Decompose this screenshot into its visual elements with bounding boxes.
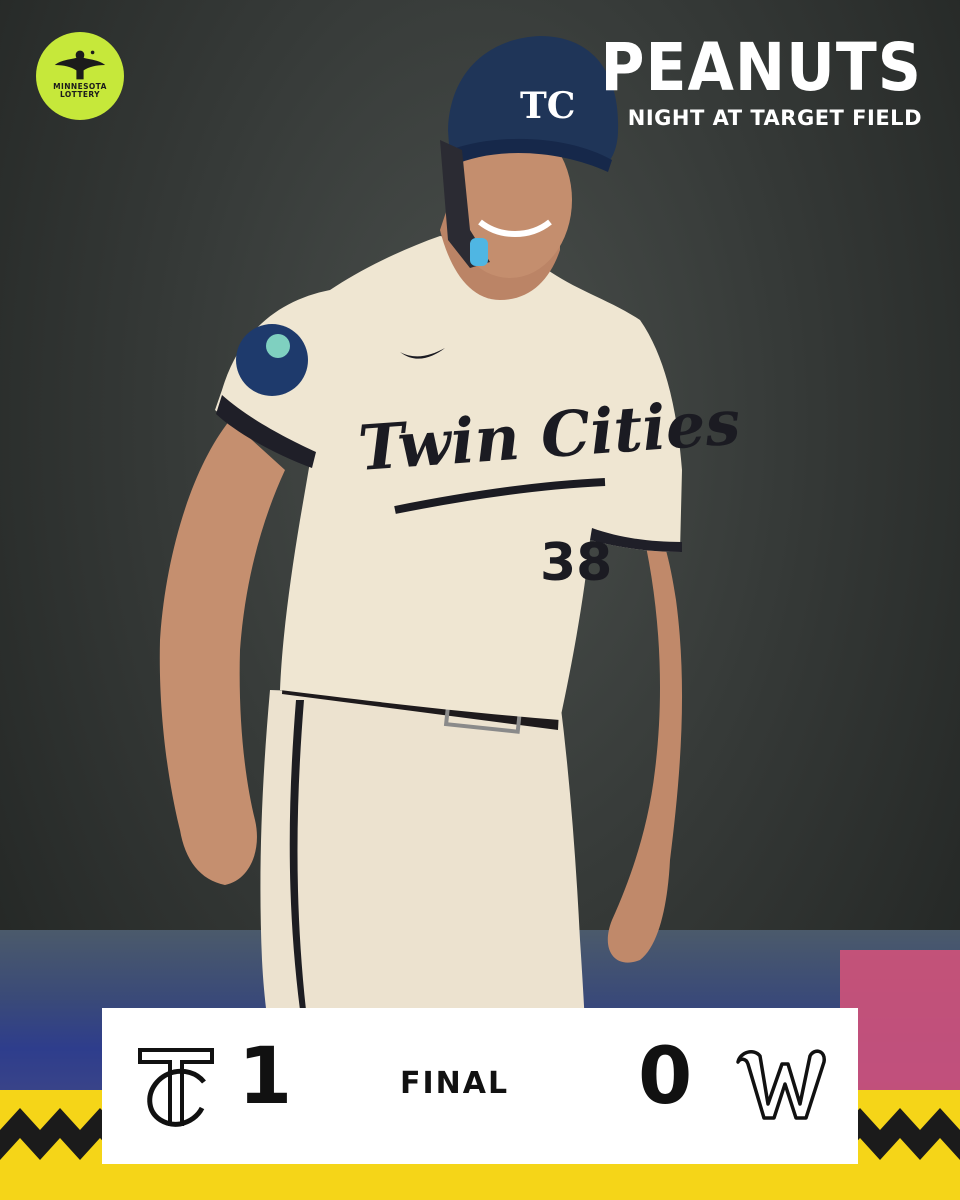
twins-tc-logo	[138, 1048, 214, 1127]
jersey-number: 38	[540, 533, 612, 593]
minnesota-lottery-logo: MINNESOTA LOTTERY	[36, 32, 124, 120]
event-title: PEANUTS	[600, 29, 922, 107]
away-score: 0	[638, 1032, 693, 1122]
svg-text:TC: TC	[520, 85, 575, 127]
home-score: 1	[238, 1032, 293, 1122]
lottery-line-2: LOTTERY	[59, 90, 100, 99]
game-status: FINAL	[400, 1066, 510, 1101]
nationals-w-logo	[736, 1049, 826, 1120]
final-score-box: 1 FINAL 0	[102, 1008, 858, 1164]
graphic-canvas: Twin Cities 38 TC MINNESOTA LOTTERY PEAN…	[0, 0, 960, 1200]
loon-icon	[54, 50, 106, 80]
event-title-block: PEANUTS NIGHT AT TARGET FIELD	[601, 34, 922, 130]
event-subtitle: NIGHT AT TARGET FIELD	[627, 106, 922, 130]
